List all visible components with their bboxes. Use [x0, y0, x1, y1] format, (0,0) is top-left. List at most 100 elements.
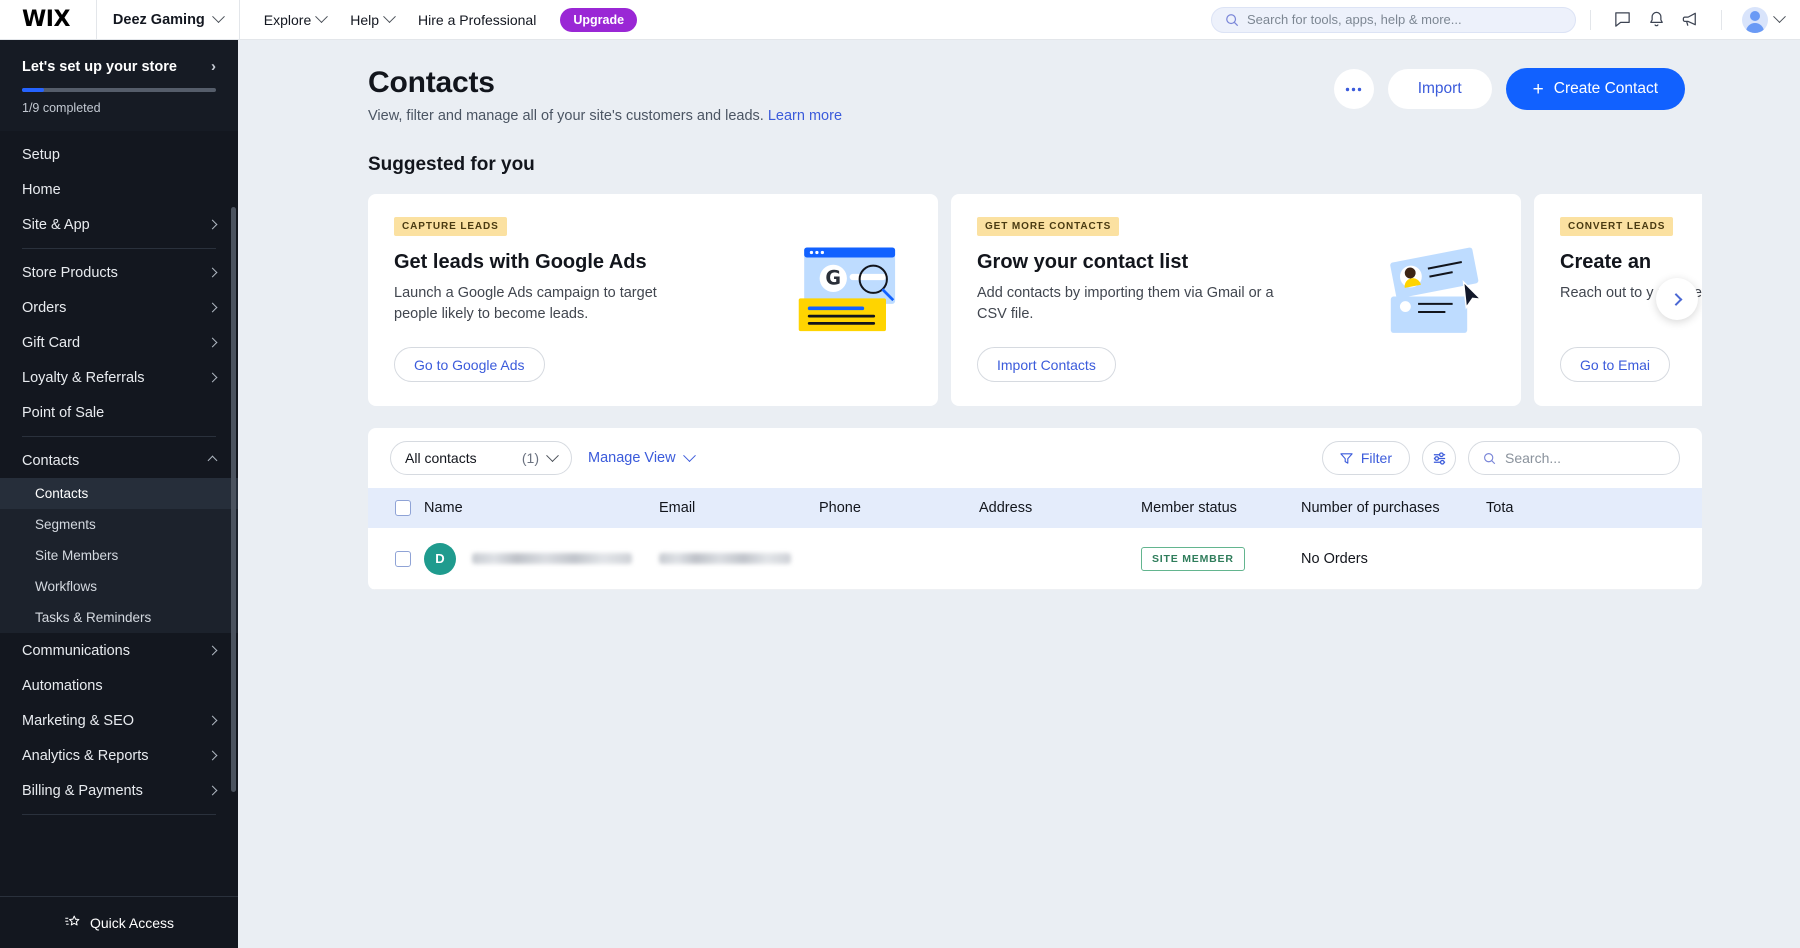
row-checkbox-cell[interactable] — [368, 551, 424, 567]
sidebar-item-gift-card[interactable]: Gift Card — [0, 325, 238, 360]
avatar: D — [424, 543, 456, 575]
page-header: Contacts View, filter and manage all of … — [238, 40, 1800, 124]
redacted-name — [472, 553, 632, 564]
sidebar-item-segments[interactable]: Segments — [0, 509, 238, 540]
column-header-address[interactable]: Address — [979, 500, 1141, 516]
create-contact-button[interactable]: + Create Contact — [1506, 68, 1685, 110]
more-options-button[interactable] — [1334, 69, 1374, 109]
filter-button[interactable]: Filter — [1322, 441, 1410, 475]
column-header-total[interactable]: Tota — [1486, 500, 1606, 516]
sidebar-item-store-products[interactable]: Store Products — [0, 255, 238, 290]
row-checkbox[interactable] — [395, 551, 411, 567]
column-header-member-status[interactable]: Member status — [1141, 500, 1301, 516]
toolbar-right-cluster: Filter — [1322, 441, 1680, 475]
svg-text:G: G — [825, 267, 841, 290]
sidebar-item-communications[interactable]: Communications — [0, 633, 238, 668]
sidebar-item-contacts[interactable]: Contacts — [0, 443, 238, 478]
search-icon — [1225, 13, 1239, 27]
site-switcher[interactable]: Deez Gaming — [96, 0, 240, 40]
table-row[interactable]: D SITE MEMBER No Orders — [368, 528, 1702, 590]
nav-help-label: Help — [350, 12, 379, 28]
column-settings-button[interactable] — [1422, 441, 1456, 475]
column-header-name[interactable]: Name — [424, 500, 659, 516]
sidebar-item-marketing-and-seo[interactable]: Marketing & SEO — [0, 703, 238, 738]
search-icon — [1483, 452, 1496, 465]
sidebar-item-setup[interactable]: Setup — [0, 137, 238, 172]
sidebar-scrollbar[interactable] — [231, 207, 236, 792]
main-content: Contacts View, filter and manage all of … — [238, 40, 1800, 948]
sidebar-subitem-label: Contacts — [35, 486, 88, 501]
card-description: Launch a Google Ads campaign to target p… — [394, 283, 694, 325]
sidebar-item-contacts-contacts[interactable]: Contacts — [0, 478, 238, 509]
suggested-card-google-ads[interactable]: CAPTURE LEADS Get leads with Google Ads … — [368, 194, 938, 406]
learn-more-link[interactable]: Learn more — [768, 108, 842, 124]
plus-icon: + — [1533, 80, 1544, 99]
sidebar-item-label: Analytics & Reports — [22, 748, 149, 764]
sidebar-item-orders[interactable]: Orders — [0, 290, 238, 325]
setup-progress-banner[interactable]: Let's set up your store › 1/9 completed — [0, 40, 238, 131]
sidebar-item-label: Marketing & SEO — [22, 713, 134, 729]
status-badge: SITE MEMBER — [1141, 547, 1245, 571]
contacts-table-toolbar: All contacts (1) Manage View Filter — [368, 428, 1702, 488]
sidebar-item-label: Home — [22, 182, 61, 198]
import-contacts-button[interactable]: Import Contacts — [977, 347, 1116, 382]
bell-icon[interactable] — [1639, 3, 1673, 37]
column-header-number-of-purchases[interactable]: Number of purchases — [1301, 500, 1486, 516]
wix-logo[interactable]: WIX — [22, 7, 70, 32]
sidebar-item-billing-and-payments[interactable]: Billing & Payments — [0, 773, 238, 808]
quick-access-button[interactable]: Quick Access — [0, 896, 238, 948]
chevron-right-icon — [208, 751, 218, 761]
chevron-down-icon — [383, 10, 396, 23]
column-header-phone[interactable]: Phone — [819, 500, 979, 516]
sidebar-item-automations[interactable]: Automations — [0, 668, 238, 703]
setup-progress-track — [22, 88, 216, 92]
global-search-placeholder: Search for tools, apps, help & more... — [1247, 12, 1462, 27]
select-all-checkbox[interactable] — [395, 500, 411, 516]
sidebar-item-tasks-and-reminders[interactable]: Tasks & Reminders — [0, 602, 238, 633]
view-selector-count: (1) — [522, 450, 539, 466]
card-tag: CONVERT LEADS — [1560, 217, 1673, 236]
page-header-actions: Import + Create Contact — [1334, 68, 1685, 110]
suggested-card-grow-contacts[interactable]: GET MORE CONTACTS Grow your contact list… — [951, 194, 1521, 406]
cell-member-status: SITE MEMBER — [1141, 547, 1301, 571]
sidebar: Let's set up your store › 1/9 completed … — [0, 40, 238, 948]
nav-hire-a-professional[interactable]: Hire a Professional — [408, 6, 546, 34]
sidebar-item-home[interactable]: Home — [0, 172, 238, 207]
sidebar-item-analytics-and-reports[interactable]: Analytics & Reports — [0, 738, 238, 773]
chat-icon[interactable] — [1605, 3, 1639, 37]
column-header-email[interactable]: Email — [659, 500, 819, 516]
go-to-email-button[interactable]: Go to Emai — [1560, 347, 1670, 382]
select-all-checkbox-cell[interactable] — [368, 500, 424, 516]
import-button[interactable]: Import — [1388, 69, 1492, 109]
carousel-next-button[interactable] — [1656, 278, 1698, 320]
chevron-right-icon — [208, 303, 218, 313]
manage-view-button[interactable]: Manage View — [588, 450, 694, 466]
sidebar-item-label: Communications — [22, 643, 130, 659]
sidebar-item-point-of-sale[interactable]: Point of Sale — [0, 395, 238, 430]
global-search-box[interactable]: Search for tools, apps, help & more... — [1211, 7, 1576, 33]
sidebar-item-workflows[interactable]: Workflows — [0, 571, 238, 602]
chevron-down-icon — [212, 10, 225, 23]
contacts-table-panel: All contacts (1) Manage View Filter — [368, 428, 1702, 590]
chevron-right-icon — [208, 646, 218, 656]
sidebar-item-label: Loyalty & Referrals — [22, 370, 145, 386]
view-selector-dropdown[interactable]: All contacts (1) — [390, 441, 572, 475]
suggested-cards-row: CAPTURE LEADS Get leads with Google Ads … — [368, 194, 1702, 406]
sidebar-item-site-members[interactable]: Site Members — [0, 540, 238, 571]
table-search-input[interactable]: Search... — [1468, 441, 1680, 475]
nav-explore[interactable]: Explore — [254, 6, 336, 34]
go-to-google-ads-button[interactable]: Go to Google Ads — [394, 347, 545, 382]
chevron-down-icon — [1773, 10, 1786, 23]
account-menu[interactable] — [1742, 7, 1784, 33]
chevron-right-icon: › — [211, 58, 216, 75]
nav-help[interactable]: Help — [340, 6, 404, 34]
sidebar-item-site-and-app[interactable]: Site & App — [0, 207, 238, 242]
page-subtitle-text: View, filter and manage all of your site… — [368, 108, 764, 124]
nav-hire-label: Hire a Professional — [418, 12, 536, 28]
sidebar-item-label: Setup — [22, 147, 60, 163]
sidebar-item-loyalty-and-referrals[interactable]: Loyalty & Referrals — [0, 360, 238, 395]
upgrade-button[interactable]: Upgrade — [560, 8, 637, 32]
page-subtitle: View, filter and manage all of your site… — [368, 108, 1800, 124]
megaphone-icon[interactable] — [1673, 3, 1707, 37]
sidebar-nav-scroll-area: Setup Home Site & App Store Products Ord… — [0, 131, 238, 921]
